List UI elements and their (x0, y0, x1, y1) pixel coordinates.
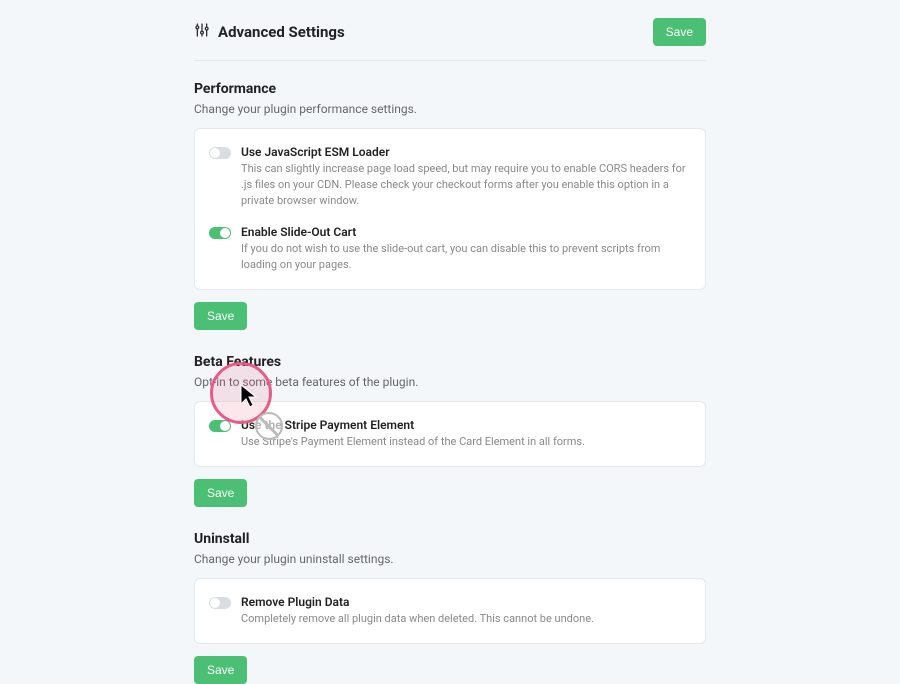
option-slide-out-cart: Enable Slide-Out Cart If you do not wish… (209, 221, 691, 277)
section-title: Beta Features (194, 354, 706, 370)
save-button-performance[interactable]: Save (194, 302, 247, 330)
option-desc: If you do not wish to use the slide-out … (241, 241, 691, 273)
save-button-uninstall[interactable]: Save (194, 656, 247, 684)
option-desc: Use Stripe's Payment Element instead of … (241, 434, 691, 450)
page-header: Advanced Settings Save (194, 18, 706, 61)
options-card: Use JavaScript ESM Loader This can sligh… (194, 128, 706, 290)
section-title: Uninstall (194, 531, 706, 547)
toggle-remove-plugin-data[interactable] (209, 597, 231, 609)
option-desc: This can slightly increase page load spe… (241, 161, 691, 209)
save-button-header[interactable]: Save (653, 18, 706, 46)
section-performance: Performance Change your plugin performan… (194, 81, 706, 330)
options-card: Use the Stripe Payment Element Use Strip… (194, 401, 706, 467)
option-title: Remove Plugin Data (241, 595, 691, 609)
option-title: Enable Slide-Out Cart (241, 225, 691, 239)
options-card: Remove Plugin Data Completely remove all… (194, 578, 706, 644)
option-remove-plugin-data: Remove Plugin Data Completely remove all… (209, 591, 691, 631)
toggle-esm-loader[interactable] (209, 147, 231, 159)
page-title: Advanced Settings (218, 23, 345, 41)
section-beta: Beta Features Opt-in to some beta featur… (194, 354, 706, 507)
option-desc: Completely remove all plugin data when d… (241, 611, 691, 627)
option-title: Use the Stripe Payment Element (241, 418, 691, 432)
toggle-stripe-payment-element[interactable] (209, 420, 231, 432)
section-desc: Change your plugin uninstall settings. (194, 552, 706, 566)
section-title: Performance (194, 81, 706, 97)
sliders-icon (194, 22, 210, 42)
section-desc: Change your plugin performance settings. (194, 102, 706, 116)
option-esm-loader: Use JavaScript ESM Loader This can sligh… (209, 141, 691, 213)
option-stripe-payment-element: Use the Stripe Payment Element Use Strip… (209, 414, 691, 454)
section-desc: Opt-in to some beta features of the plug… (194, 375, 706, 389)
section-uninstall: Uninstall Change your plugin uninstall s… (194, 531, 706, 684)
toggle-slide-out-cart[interactable] (209, 227, 231, 239)
save-button-beta[interactable]: Save (194, 479, 247, 507)
option-title: Use JavaScript ESM Loader (241, 145, 691, 159)
